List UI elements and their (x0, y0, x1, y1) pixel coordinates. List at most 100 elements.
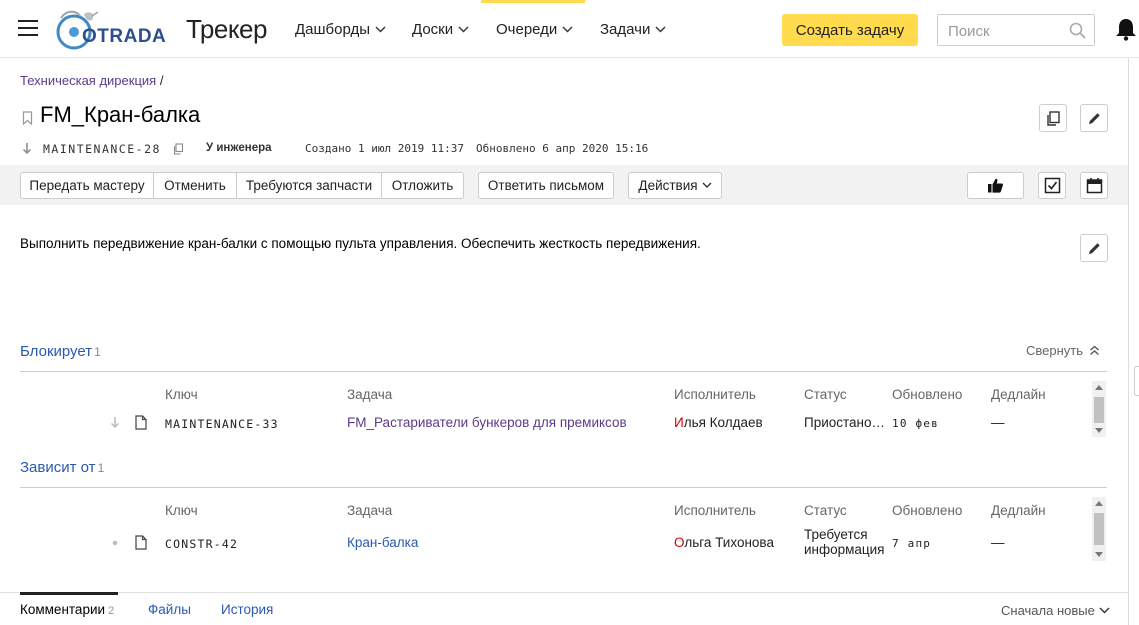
issue-status[interactable]: У инженера (206, 142, 272, 154)
search-icon[interactable] (1069, 22, 1086, 39)
reply-email-button[interactable]: Ответить письмом (478, 172, 614, 199)
column-header-assignee: Исполнитель (674, 387, 756, 402)
column-header-key: Ключ (165, 503, 198, 518)
row-assignee[interactable]: Ольга Тихонова (674, 535, 774, 550)
row-key[interactable]: MAINTENANCE-33 (165, 417, 279, 431)
thumbs-up-icon (988, 178, 1003, 193)
bookmark-icon[interactable] (22, 111, 33, 125)
column-header-task: Задача (347, 503, 393, 518)
scrollbar[interactable] (1092, 381, 1106, 437)
bell-icon[interactable] (1115, 17, 1137, 41)
parts-required-button[interactable]: Требуются запчасти (236, 172, 382, 199)
tab-history[interactable]: История (221, 602, 273, 617)
transfer-to-master-button[interactable]: Передать мастеру (20, 172, 154, 199)
chevron-down-icon (1099, 607, 1110, 614)
tabs-bar: Комментарии 2 Файлы История Сначала новые (0, 592, 1128, 625)
search-input[interactable] (948, 21, 1068, 41)
scroll-down-arrow[interactable] (1095, 552, 1103, 557)
divider (20, 487, 1107, 488)
panel-edge (1128, 58, 1129, 625)
depends-section-title[interactable]: Зависит от 1 (20, 459, 104, 476)
column-header-task: Задача (347, 387, 393, 402)
row-task-link[interactable]: Кран-балка (347, 535, 418, 550)
logo-text: OTRADA (82, 26, 167, 47)
menu-icon[interactable] (18, 20, 38, 38)
chevron-down-icon (655, 26, 666, 33)
scroll-thumb[interactable] (1094, 397, 1104, 423)
row-updated: 10 фев (892, 417, 939, 430)
collapse-label: Свернуть (1026, 343, 1084, 358)
product-name: Трекер (186, 14, 267, 44)
column-header-status: Статус (804, 503, 847, 518)
issue-description: Выполнить передвижение кран-балки с помо… (20, 236, 701, 251)
depends-title-label: Зависит от (20, 459, 96, 476)
column-header-assignee: Исполнитель (674, 503, 756, 518)
breadcrumb: Техническая дирекция / (20, 73, 163, 88)
calendar-icon (1086, 178, 1102, 194)
assignee-name: лья Колдаев (683, 415, 763, 430)
collapse-link[interactable]: Свернуть (1026, 343, 1100, 358)
breadcrumb-link[interactable]: Техническая дирекция (20, 73, 156, 88)
document-icon (135, 415, 147, 430)
assignee-initial: И (674, 415, 684, 430)
edit-title-button[interactable] (1080, 104, 1108, 132)
row-key[interactable]: CONSTR-42 (165, 537, 238, 551)
breadcrumb-separator: / (159, 73, 164, 88)
page-title: FM_Кран-балка (40, 102, 201, 127)
row-status: Приостано… (804, 415, 886, 430)
issue-updated: Обновлено 6 апр 2020 15:16 (476, 142, 649, 155)
row-deadline: — (991, 535, 1005, 550)
create-task-button[interactable]: Создать задачу (782, 14, 918, 46)
nav-queues-label: Очереди (496, 21, 558, 38)
tab-files[interactable]: Файлы (148, 602, 191, 617)
blocks-title-label: Блокирует (20, 343, 93, 360)
nav-boards[interactable]: Доски (412, 21, 469, 38)
status-line-1: Требуется (804, 527, 868, 542)
sort-dropdown[interactable]: Сначала новые (1001, 603, 1110, 618)
checklist-button[interactable] (1038, 172, 1066, 199)
calendar-button[interactable] (1080, 172, 1108, 199)
copy-issue-button[interactable] (1039, 104, 1067, 132)
scroll-down-arrow[interactable] (1095, 428, 1103, 433)
column-header-updated: Обновлено (892, 503, 963, 518)
divider (20, 371, 1107, 372)
nav-dashboards-label: Дашборды (295, 21, 370, 38)
status-line-2: информация (804, 542, 885, 557)
assignee-initial: О (674, 535, 685, 550)
action-toolbar: Передать мастеру Отменить Требуются запч… (0, 165, 1128, 205)
priority-low-icon (22, 143, 32, 155)
side-panel-handle[interactable] (1134, 366, 1139, 396)
nav-dashboards[interactable]: Дашборды (295, 21, 386, 38)
scroll-up-arrow[interactable] (1095, 501, 1103, 506)
copy-key-icon[interactable] (173, 143, 184, 155)
column-header-updated: Обновлено (892, 387, 963, 402)
scrollbar[interactable] (1092, 497, 1106, 561)
priority-low-icon (110, 417, 120, 429)
row-task-link[interactable]: FM_Растариватели бункеров для премиксов (347, 415, 627, 430)
postpone-button[interactable]: Отложить (381, 172, 464, 199)
like-button[interactable] (967, 172, 1024, 199)
row-status: Требуется информация (804, 527, 885, 557)
pencil-icon (1089, 243, 1100, 254)
actions-label: Действия (638, 178, 698, 193)
nav-queues[interactable]: Очереди (496, 21, 573, 38)
cancel-button[interactable]: Отменить (153, 172, 237, 199)
nav-active-indicator (481, 0, 585, 3)
checkbox-icon (1044, 177, 1060, 194)
scroll-thumb[interactable] (1094, 513, 1104, 545)
tab-comments-label: Комментарии (20, 602, 106, 617)
copy-icon (1047, 111, 1060, 126)
tab-comments[interactable]: Комментарии 2 (20, 602, 114, 617)
row-updated: 7 апр (892, 537, 932, 550)
scroll-up-arrow[interactable] (1095, 385, 1103, 390)
pencil-icon (1089, 113, 1100, 124)
row-deadline: — (991, 415, 1005, 430)
sort-label: Сначала новые (1001, 603, 1095, 618)
nav-tasks[interactable]: Задачи (600, 21, 666, 38)
chevron-down-icon (458, 26, 469, 33)
blocks-section-title[interactable]: Блокирует 1 (20, 343, 101, 360)
row-assignee[interactable]: Илья Колдаев (674, 415, 763, 430)
actions-dropdown[interactable]: Действия (628, 172, 722, 199)
column-header-deadline: Дедлайн (991, 503, 1046, 518)
edit-description-button[interactable] (1080, 234, 1108, 262)
